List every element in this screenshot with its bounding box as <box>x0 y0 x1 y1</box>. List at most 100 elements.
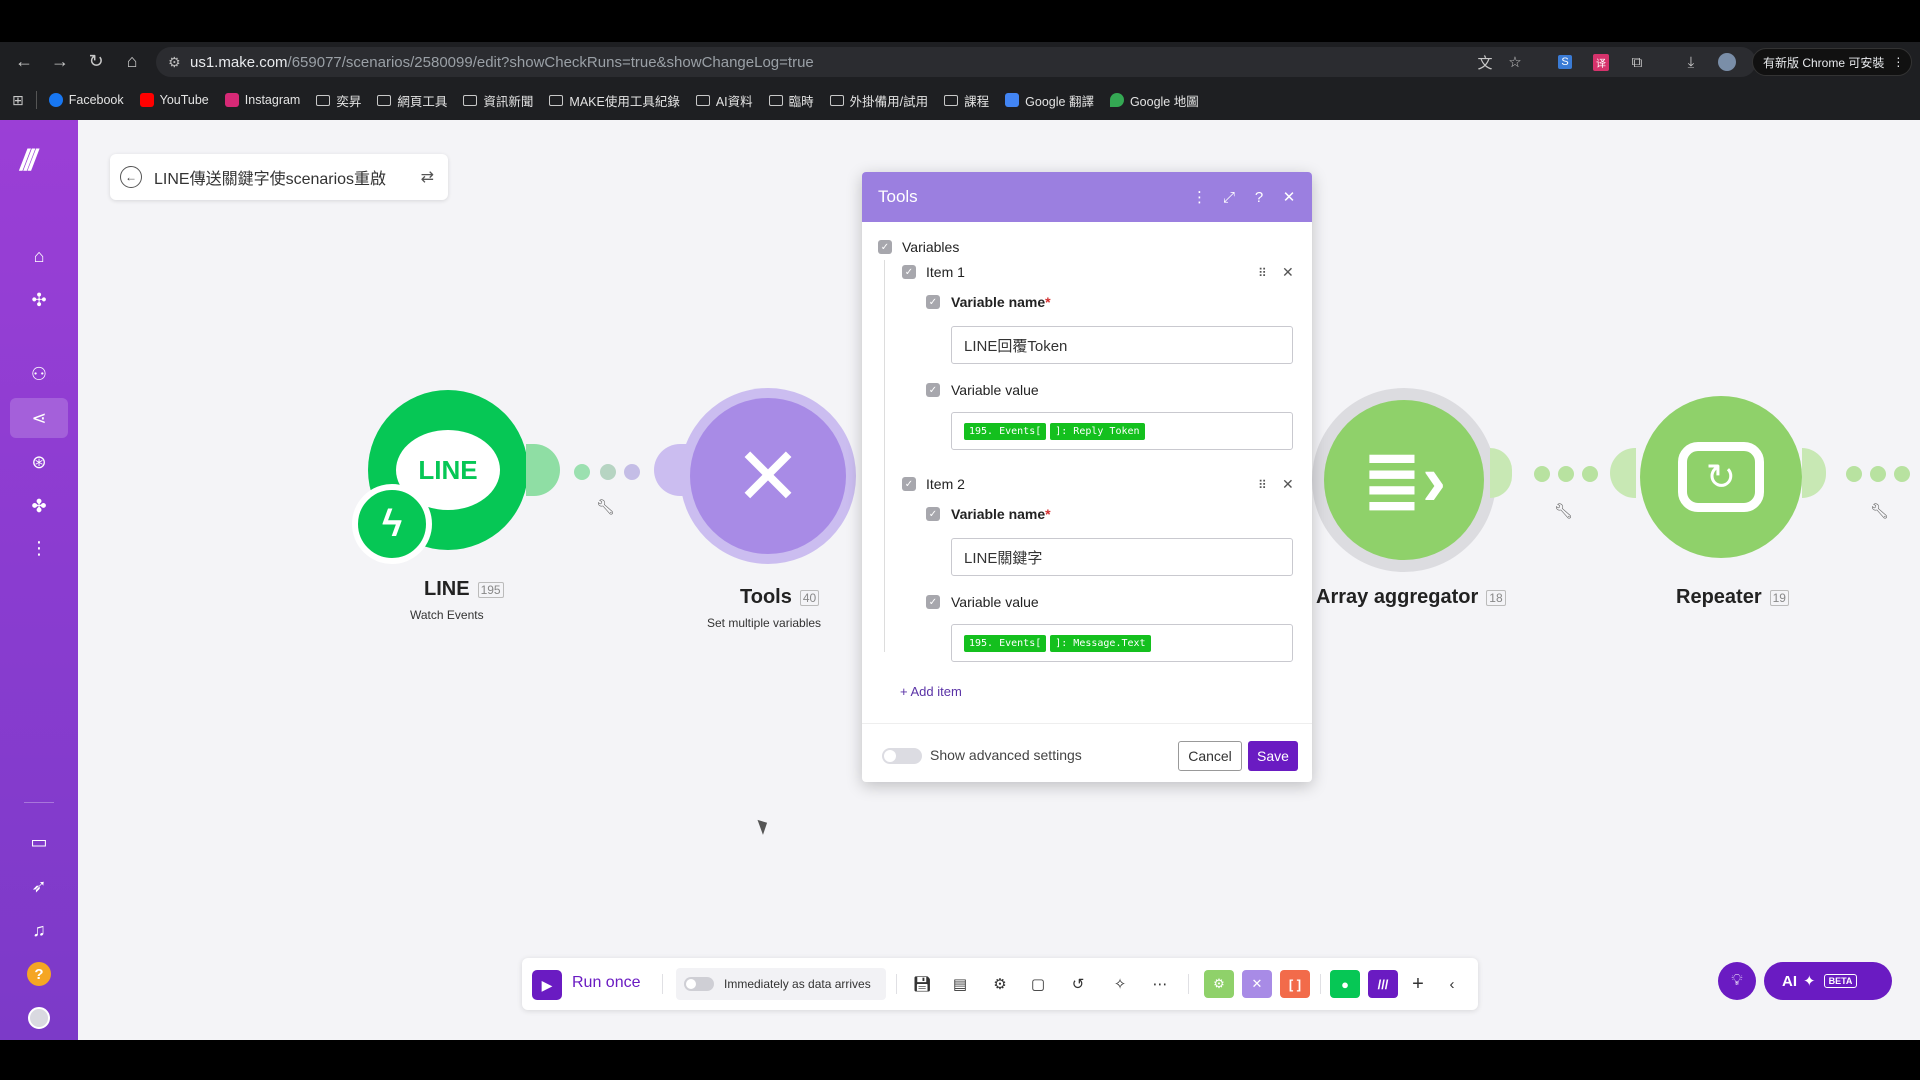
connections-icon[interactable]: ⊛ <box>10 442 68 482</box>
back-arrow-icon[interactable]: ← <box>6 43 42 79</box>
text-parser-icon[interactable]: [ ] <box>1280 970 1310 998</box>
bookmark-youtube[interactable]: YouTube <box>139 93 209 107</box>
save-disk-icon[interactable]: 💾︎ <box>910 972 934 996</box>
variable-name-checkbox[interactable]: ✓ <box>926 295 940 309</box>
bookmark-google-translate[interactable]: Google 翻譯 <box>1005 91 1094 110</box>
mapping-pill[interactable]: 195. Events[ <box>964 422 1047 440</box>
panel-menu-dots-icon[interactable]: ⋮ <box>1192 188 1207 206</box>
settings-gear-icon[interactable]: ⚙ <box>988 972 1012 996</box>
scenarios-share-icon[interactable]: ⋖ <box>10 398 68 438</box>
repeater-module[interactable]: ↻ <box>1640 396 1802 558</box>
repeater-connector-handle[interactable] <box>1610 448 1636 498</box>
variables-checkbox[interactable]: ✓ <box>878 240 892 254</box>
bookmark-folder[interactable]: AI資料 <box>695 91 753 110</box>
home-icon[interactable]: ⌂ <box>10 236 68 276</box>
book-icon[interactable]: ▭ <box>10 822 68 862</box>
close-icon[interactable]: ✕ <box>1282 188 1296 206</box>
home-icon[interactable]: ⌂ <box>114 43 150 79</box>
bookmark-folder[interactable]: 資訊新聞 <box>463 91 533 110</box>
remove-item-icon[interactable]: ✕ <box>1282 264 1294 281</box>
collapse-chevron-left-icon[interactable]: ‹ <box>1440 972 1464 996</box>
wrench-icon[interactable]: 🔧︎ <box>596 498 615 516</box>
bookmark-google-maps[interactable]: Google 地圖 <box>1109 91 1199 110</box>
instant-trigger-bolt-icon[interactable]: ϟ <box>352 484 432 564</box>
variable-value-checkbox[interactable]: ✓ <box>926 595 940 609</box>
ai-assistant-button[interactable]: AI ✦ BETA <box>1764 962 1892 1000</box>
save-button[interactable]: Save <box>1248 741 1298 771</box>
reload-icon[interactable]: ↻ <box>78 43 114 79</box>
lightbulb-icon[interactable]: 💡︎ <box>1718 962 1756 1000</box>
bookmark-folder[interactable]: 外掛備用/試用 <box>829 91 928 110</box>
line-app-icon[interactable]: ● <box>1330 970 1360 998</box>
bookmark-facebook[interactable]: Facebook <box>48 93 124 107</box>
flow-control-icon[interactable]: ⚙ <box>1204 970 1234 998</box>
make-logo-icon[interactable]: /// <box>20 144 37 178</box>
item-2-checkbox[interactable]: ✓ <box>902 477 916 491</box>
drag-handle-icon[interactable]: ⠿ <box>1258 266 1267 280</box>
extension-s-icon[interactable]: S <box>1550 47 1580 77</box>
line-connector-handle[interactable] <box>526 444 560 496</box>
table-icon[interactable]: ▤ <box>948 972 972 996</box>
apps-puzzle-icon[interactable]: ✤ <box>10 486 68 526</box>
expand-icon[interactable]: ⤢ <box>1222 189 1236 206</box>
bell-icon[interactable]: ♫ <box>10 910 68 950</box>
item-1-checkbox[interactable]: ✓ <box>902 265 916 279</box>
help-question-icon[interactable]: ? <box>1252 189 1266 206</box>
network-icon[interactable]: ✣ <box>10 280 68 320</box>
drag-handle-icon[interactable]: ⠿ <box>1258 478 1267 492</box>
advanced-settings-toggle[interactable] <box>882 748 922 764</box>
magic-wand-icon[interactable]: ✧ <box>1108 972 1132 996</box>
variable-value-input[interactable]: 195. Events[ ]: Reply Token <box>951 412 1293 450</box>
aggregator-connector-handle[interactable] <box>1490 448 1512 498</box>
site-settings-icon[interactable]: ⚙ <box>168 54 190 71</box>
download-icon[interactable]: ⤓ <box>1676 47 1706 77</box>
remove-item-icon[interactable]: ✕ <box>1282 476 1294 493</box>
bookmark-folder[interactable]: MAKE使用工具紀錄 <box>549 91 680 110</box>
mapping-pill[interactable]: 195. Events[ <box>964 634 1047 652</box>
avatar[interactable] <box>10 998 68 1038</box>
back-circle-icon[interactable]: ← <box>120 166 142 188</box>
variable-value-checkbox[interactable]: ✓ <box>926 383 940 397</box>
bookmark-folder[interactable]: 奕昇 <box>316 91 361 110</box>
bookmark-folder[interactable]: 課程 <box>944 91 989 110</box>
array-aggregator-module[interactable]: ≣› <box>1312 388 1496 572</box>
tools-module[interactable]: ✕ <box>680 388 856 564</box>
sliders-icon[interactable]: ⇄ <box>421 167 434 187</box>
team-icon[interactable]: ⚇ <box>10 354 68 394</box>
make-app-icon[interactable]: /// <box>1368 970 1398 998</box>
tools-icon[interactable]: ✕ <box>1242 970 1272 998</box>
extensions-puzzle-icon[interactable]: ⧉ <box>1622 47 1652 77</box>
variable-name-input[interactable]: LINE回覆Token <box>951 326 1293 364</box>
add-item-button[interactable]: + Add item <box>900 684 962 699</box>
notes-icon[interactable]: ▢ <box>1026 972 1050 996</box>
bookmark-folder[interactable]: 臨時 <box>768 91 814 110</box>
cancel-button[interactable]: Cancel <box>1178 741 1242 771</box>
apps-grid-icon[interactable]: ⊞ <box>12 92 24 109</box>
help-button[interactable]: ? <box>10 954 68 994</box>
bookmark-instagram[interactable]: Instagram <box>224 93 300 107</box>
menu-dots-icon[interactable]: ⋮ <box>1892 55 1904 69</box>
run-once-button[interactable]: Run once <box>572 974 641 992</box>
variable-name-checkbox[interactable]: ✓ <box>926 507 940 521</box>
mapping-pill[interactable]: ]: Reply Token <box>1050 422 1145 440</box>
wrench-icon[interactable]: 🔧︎ <box>1870 502 1889 520</box>
wrench-icon[interactable]: 🔧︎ <box>1554 502 1573 520</box>
undo-icon[interactable]: ↺ <box>1066 972 1090 996</box>
scenario-title[interactable]: LINE傳送關鍵字使scenarios重啟 <box>154 165 421 189</box>
extension-translate-icon[interactable]: 译 <box>1586 47 1616 77</box>
repeater-connector-handle[interactable] <box>1802 448 1826 498</box>
bookmark-star-icon[interactable]: ☆ <box>1500 47 1530 77</box>
variable-value-input[interactable]: 195. Events[ ]: Message.Text <box>951 624 1293 662</box>
rocket-icon[interactable]: ➶ <box>10 866 68 906</box>
profile-icon[interactable] <box>1712 47 1742 77</box>
variable-name-input[interactable]: LINE關鍵字 <box>951 538 1293 576</box>
forward-arrow-icon[interactable]: → <box>42 43 78 79</box>
more-horizontal-icon[interactable]: ⋯ <box>1148 972 1172 996</box>
add-plus-icon[interactable]: + <box>1406 972 1430 996</box>
chrome-update-button[interactable]: 有新版 Chrome 可安裝 ⋮ <box>1752 48 1912 76</box>
schedule-switch[interactable] <box>684 977 714 991</box>
more-dots-icon[interactable]: ⋮ <box>10 528 68 568</box>
schedule-toggle[interactable]: Immediately as data arrives <box>676 968 886 1000</box>
translate-icon[interactable]: 文 <box>1470 47 1500 77</box>
bookmark-folder[interactable]: 網頁工具 <box>377 91 447 110</box>
